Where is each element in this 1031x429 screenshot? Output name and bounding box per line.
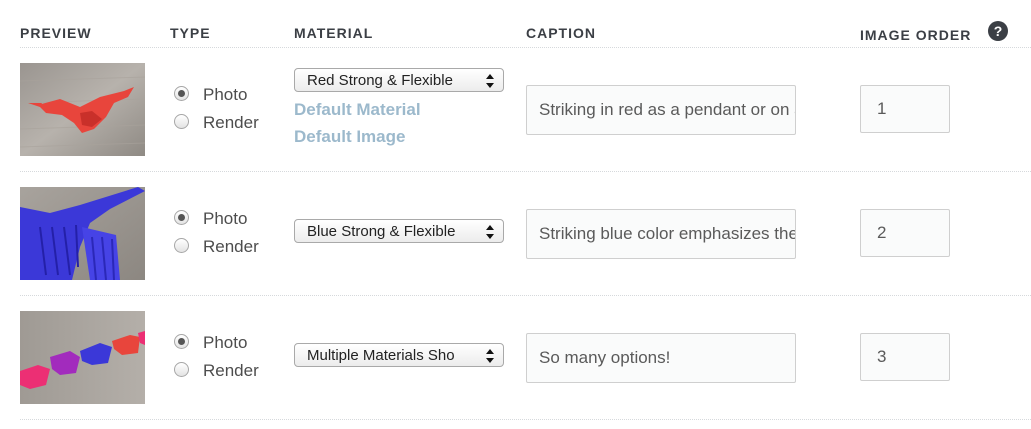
type-photo-radio[interactable] [174, 210, 189, 225]
type-render-radio[interactable] [174, 238, 189, 253]
material-select[interactable]: Blue Strong & Flexible [294, 219, 504, 243]
image-order-input[interactable]: 3 [860, 333, 950, 381]
image-order-input[interactable]: 2 [860, 209, 950, 257]
header-image-order: IMAGE ORDER [860, 27, 972, 43]
multicolor-birds-thumbnail-icon [20, 311, 145, 404]
header-type: TYPE [170, 25, 211, 41]
material-select-value: Blue Strong & Flexible [307, 223, 456, 240]
table-row: Photo Render Red Strong & Flexible Defau… [0, 48, 1031, 172]
caption-input[interactable]: Striking blue color emphasizes the detai… [526, 209, 796, 259]
type-photo-radio[interactable] [174, 86, 189, 101]
type-render-label: Render [203, 113, 259, 132]
preview-thumbnail [20, 187, 145, 280]
type-render-label: Render [203, 361, 259, 380]
select-arrows-icon [486, 349, 494, 363]
type-render-radio[interactable] [174, 114, 189, 129]
image-order-input[interactable]: 1 [860, 85, 950, 133]
select-arrows-icon [486, 225, 494, 239]
default-image-link[interactable]: Default Image [294, 127, 405, 147]
type-photo-label: Photo [203, 209, 248, 228]
table-row: Photo Render Multiple Materials Sho So m… [0, 296, 1031, 420]
header-caption: CAPTION [526, 25, 596, 41]
blue-bird-thumbnail-icon [20, 187, 145, 280]
material-select[interactable]: Red Strong & Flexible [294, 68, 504, 92]
caption-input[interactable]: Striking in red as a pendant or on a key… [526, 85, 796, 135]
type-photo-radio[interactable] [174, 334, 189, 349]
material-select-value: Multiple Materials Sho [307, 347, 455, 364]
type-photo-label: Photo [203, 333, 248, 352]
preview-thumbnail [20, 63, 145, 156]
select-arrows-icon [486, 74, 494, 88]
preview-thumbnail [20, 311, 145, 404]
caption-input[interactable]: So many options! [526, 333, 796, 383]
material-select[interactable]: Multiple Materials Sho [294, 343, 504, 367]
red-bird-thumbnail-icon [20, 63, 145, 156]
header-preview: PREVIEW [20, 25, 92, 41]
type-render-label: Render [203, 237, 259, 256]
type-render-radio[interactable] [174, 362, 189, 377]
table-row: Photo Render Blue Strong & Flexible Stri… [0, 172, 1031, 296]
header-material: MATERIAL [294, 25, 374, 41]
help-icon[interactable]: ? [988, 21, 1008, 41]
material-select-value: Red Strong & Flexible [307, 72, 453, 89]
row-divider [20, 419, 1031, 420]
default-material-link[interactable]: Default Material [294, 100, 421, 120]
type-photo-label: Photo [203, 85, 248, 104]
